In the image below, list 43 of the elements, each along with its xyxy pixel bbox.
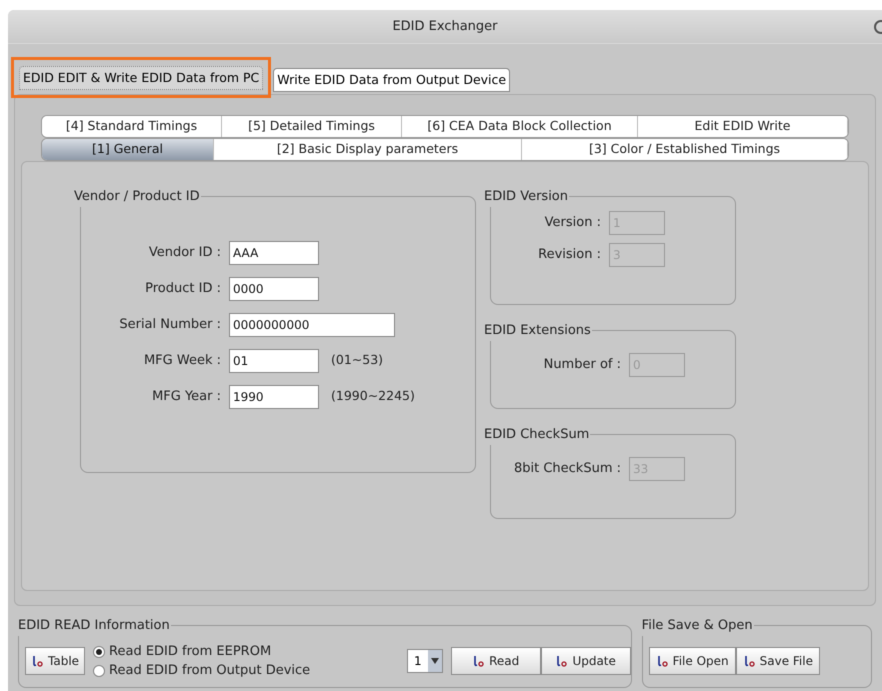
- hook-icon: [31, 655, 43, 668]
- radio-option[interactable]: Read EDID from Output Device: [93, 661, 364, 681]
- field-label: Number of :: [542, 356, 621, 374]
- icon-button[interactable]: File Open: [648, 647, 736, 676]
- input-field[interactable]: AAA: [229, 240, 319, 264]
- field-label: Vendor ID :: [148, 244, 221, 262]
- group-title: Vendor / Product ID: [73, 188, 201, 206]
- hook-icon: [742, 655, 755, 668]
- field-label: MFG Week :: [142, 352, 221, 370]
- group-title: EDID READ Information: [17, 617, 171, 635]
- range-hint: (01~53): [331, 351, 384, 370]
- field-label: 8bit CheckSum :: [512, 460, 621, 478]
- field-label: Version :: [544, 214, 601, 232]
- field-label: Revision :: [537, 246, 601, 264]
- icon-button[interactable]: Update: [540, 647, 631, 676]
- hook-icon: [472, 655, 484, 668]
- input-field[interactable]: 0000000000: [229, 312, 395, 336]
- field-label: MFG Year :: [151, 388, 221, 406]
- group-title: EDID Extensions: [483, 322, 592, 340]
- hook-icon: [555, 655, 568, 668]
- dropdown[interactable]: 1: [407, 649, 443, 674]
- radio-option[interactable]: Read EDID from EEPROM: [93, 642, 364, 662]
- group-title: File Save & Open: [640, 617, 754, 635]
- group-title: EDID Version: [483, 188, 570, 206]
- hook-icon: [656, 655, 668, 668]
- tab[interactable]: [4] Standard Timings: [42, 116, 222, 137]
- group-title: EDID CheckSum: [483, 426, 590, 444]
- tab[interactable]: EDID EDIT & Write EDID Data from PC: [19, 66, 264, 90]
- range-hint: (1990~2245): [331, 387, 415, 406]
- caret-icon: [430, 658, 439, 664]
- icon-button[interactable]: Read: [450, 647, 541, 676]
- tab[interactable]: Write EDID Data from Output Device: [273, 68, 510, 92]
- radio-button[interactable]: [93, 646, 106, 658]
- icon-button[interactable]: Save File: [736, 647, 820, 676]
- field-label: Serial Number :: [118, 316, 221, 334]
- input-field[interactable]: 1990: [229, 384, 319, 408]
- window-title: EDID Exchanger: [392, 18, 498, 36]
- input-field[interactable]: 0000: [229, 276, 319, 300]
- tab[interactable]: [1] General: [42, 139, 214, 160]
- input-field[interactable]: 01: [229, 348, 319, 372]
- radio-button[interactable]: [93, 665, 106, 677]
- field-label: Product ID :: [144, 280, 221, 298]
- icon-button[interactable]: Table: [25, 647, 86, 676]
